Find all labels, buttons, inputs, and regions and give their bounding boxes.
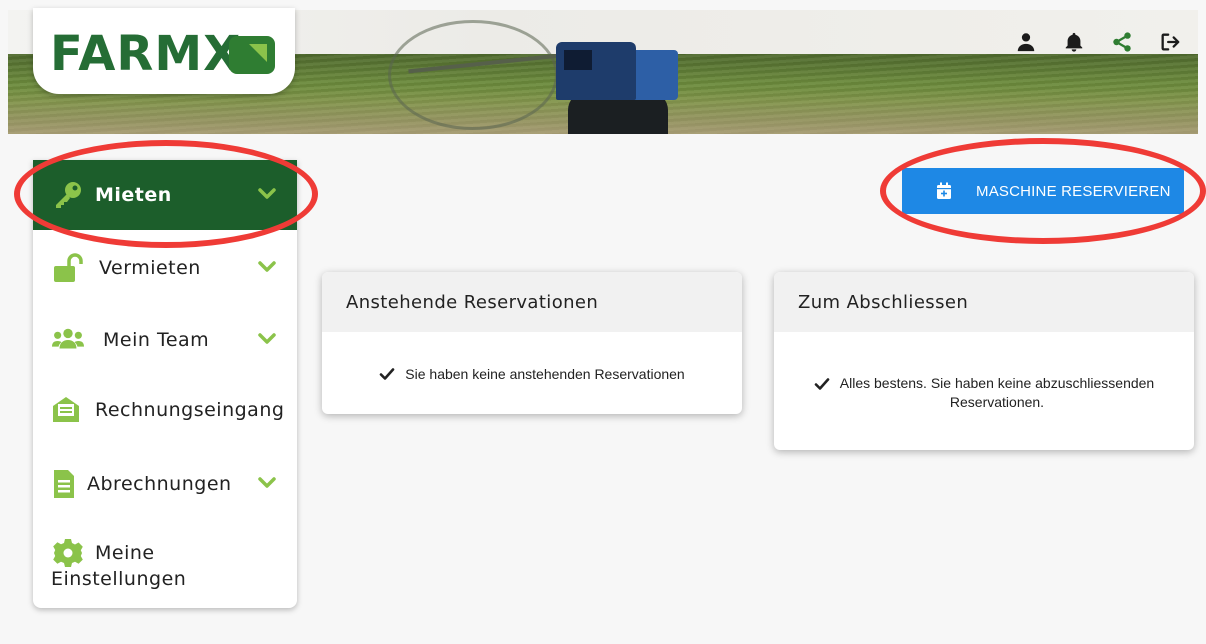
banner-tractor-cab — [556, 42, 636, 100]
sidebar-item-label: Mieten — [95, 184, 172, 206]
logout-icon[interactable] — [1158, 30, 1182, 54]
card-message-text: Alles bestens. Sie haben keine abzuschli… — [840, 374, 1154, 412]
sidebar-item-label: Rechnungseingang — [95, 399, 285, 421]
sidebar-item-label: Vermieten — [99, 257, 201, 279]
sidebar-item-mein-team[interactable]: Mein Team — [33, 320, 297, 360]
share-icon[interactable] — [1110, 30, 1134, 54]
card-message-line1: Alles bestens. Sie haben keine abzuschli… — [839, 375, 1155, 391]
card-title: Zum Abschliessen — [774, 272, 1194, 332]
sidebar-item-mieten[interactable]: Mieten — [33, 160, 297, 230]
chevron-down-icon[interactable] — [257, 184, 279, 206]
calendar-plus-icon — [937, 182, 951, 199]
to-close-card: Zum Abschliessen Alles bestens. Sie habe… — [774, 272, 1194, 450]
banner-rake-wheel — [388, 20, 558, 130]
sidebar: Mieten Vermieten Mein Team Rechnungseing… — [33, 160, 297, 608]
sidebar-item-vermieten[interactable]: Vermieten — [33, 248, 297, 288]
card-message: Sie haben keine anstehenden Reservatione… — [322, 332, 742, 382]
reserve-machine-button[interactable]: MASCHINE RESERVIEREN — [902, 168, 1184, 214]
chevron-down-icon[interactable] — [257, 329, 279, 351]
sidebar-item-label: Mein Team — [103, 329, 210, 351]
inbox-icon — [49, 393, 83, 427]
document-icon — [47, 467, 81, 501]
sidebar-item-rechnungseingang[interactable]: Rechnungseingang — [33, 388, 297, 432]
sidebar-item-label: Abrechnungen — [87, 473, 232, 495]
check-icon — [814, 378, 830, 390]
header-icons — [1014, 30, 1182, 54]
bell-icon[interactable] — [1062, 30, 1086, 54]
card-message-text: Sie haben keine anstehenden Reservatione… — [405, 366, 685, 382]
logo[interactable]: FARMX — [33, 8, 295, 94]
gear-icon — [51, 536, 85, 570]
sidebar-item-abrechnungen[interactable]: Abrechnungen — [33, 462, 297, 506]
logo-text: FARMX — [50, 26, 242, 82]
reserve-machine-label: MASCHINE RESERVIEREN — [976, 182, 1171, 200]
check-icon — [379, 368, 395, 380]
card-title: Anstehende Reservationen — [322, 272, 742, 332]
unlock-icon — [51, 251, 85, 285]
card-message-line2: Reservationen. — [949, 394, 1045, 410]
logo-mark-icon — [229, 36, 275, 74]
team-icon — [51, 323, 85, 357]
sidebar-item-label-line2: Einstellungen — [51, 568, 187, 590]
pending-reservations-card: Anstehende Reservationen Sie haben keine… — [322, 272, 742, 414]
card-message: Alles bestens. Sie haben keine abzuschli… — [774, 332, 1194, 412]
sidebar-item-label-line1: Meine — [95, 542, 155, 564]
user-icon[interactable] — [1014, 30, 1038, 54]
chevron-down-icon[interactable] — [257, 473, 279, 495]
key-icon — [51, 178, 85, 212]
chevron-down-icon[interactable] — [257, 257, 279, 279]
sidebar-item-meine-einstellungen[interactable]: Meine Einstellungen — [33, 532, 297, 596]
